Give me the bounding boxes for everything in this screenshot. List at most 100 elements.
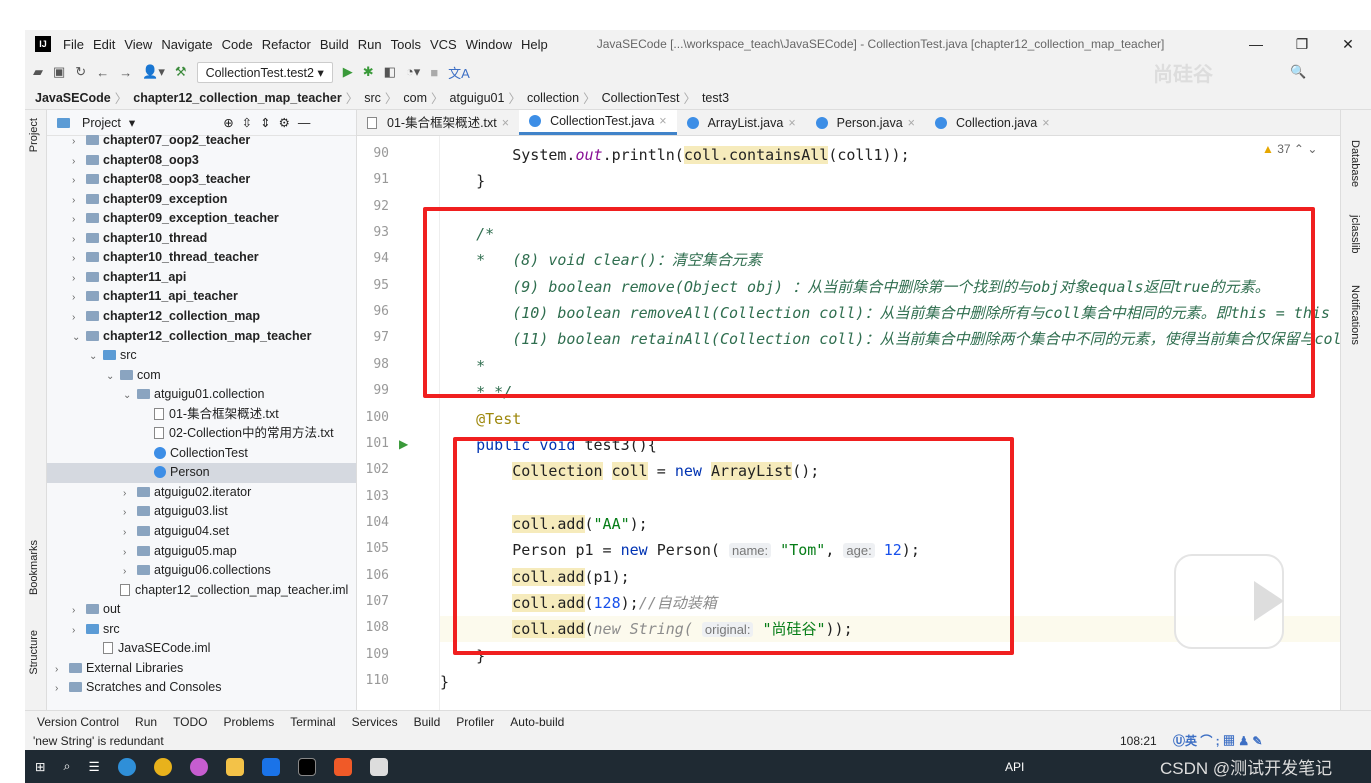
notifications-tool-button[interactable]: Notifications: [1349, 285, 1361, 345]
tool-terminal[interactable]: Terminal: [290, 715, 335, 729]
hide-icon[interactable]: —: [298, 116, 311, 130]
tool-profiler[interactable]: Profiler: [456, 715, 494, 729]
run-icon[interactable]: ▶: [343, 64, 353, 80]
tab-collectiontest-java[interactable]: CollectionTest.java ×: [519, 110, 677, 135]
tray-api[interactable]: API: [1005, 760, 1024, 774]
tool-auto-build[interactable]: Auto-build: [510, 715, 564, 729]
chevron-right-icon[interactable]: ›: [123, 484, 137, 504]
breadcrumb-item[interactable]: com: [403, 91, 427, 105]
search-icon[interactable]: ⌕: [63, 759, 70, 774]
breadcrumb-item[interactable]: src: [364, 91, 381, 105]
search-icon[interactable]: 🔍: [1290, 64, 1306, 80]
database-tool-button[interactable]: Database: [1349, 140, 1361, 187]
edge-icon[interactable]: [117, 757, 136, 776]
chevron-right-icon[interactable]: ›: [72, 210, 86, 230]
notes-icon[interactable]: [369, 757, 388, 776]
chevron-right-icon[interactable]: ›: [55, 679, 69, 699]
menu-refactor[interactable]: Refactor: [262, 37, 311, 52]
menu-vcs[interactable]: VCS: [430, 37, 457, 52]
breadcrumb-item[interactable]: test3: [702, 91, 729, 105]
intellij-icon[interactable]: [297, 757, 316, 776]
run-config-select[interactable]: CollectionTest.test2 ▾: [196, 61, 333, 83]
menu-navigate[interactable]: Navigate: [161, 37, 212, 52]
xmind-icon[interactable]: [333, 757, 352, 776]
jclasslib-tool-button[interactable]: jclasslib: [1349, 215, 1361, 254]
chevron-right-icon[interactable]: ›: [123, 543, 137, 563]
file-explorer-icon[interactable]: [225, 757, 244, 776]
chevron-down-icon[interactable]: ⌄: [89, 347, 103, 367]
structure-tool-button[interactable]: Structure: [28, 630, 40, 675]
chevron-right-icon[interactable]: ›: [72, 191, 86, 211]
breadcrumb-item[interactable]: CollectionTest: [602, 91, 680, 105]
tree-item[interactable]: › Scratches and Consoles: [47, 678, 356, 698]
chevron-right-icon[interactable]: ›: [72, 288, 86, 308]
tool-services[interactable]: Services: [352, 715, 398, 729]
chevron-down-icon[interactable]: ▾: [129, 115, 135, 130]
bookmarks-tool-button[interactable]: Bookmarks: [28, 540, 40, 595]
chevron-down-icon[interactable]: ⌄: [106, 367, 120, 387]
close-icon[interactable]: ×: [502, 110, 509, 136]
tree-item[interactable]: › atguigu04.set: [47, 522, 356, 542]
user-icon[interactable]: 👤▾: [142, 64, 165, 80]
stop-icon[interactable]: ■: [430, 65, 438, 80]
close-icon[interactable]: ×: [659, 108, 666, 134]
tree-item[interactable]: › chapter12_collection_map: [47, 307, 356, 327]
chevron-right-icon[interactable]: ›: [72, 249, 86, 269]
tree-item[interactable]: › chapter11_api: [47, 268, 356, 288]
breadcrumb-item[interactable]: JavaSECode: [35, 91, 111, 105]
open-icon[interactable]: ▰: [33, 64, 43, 80]
tab-01-txt[interactable]: 01-集合框架概述.txt ×: [357, 110, 519, 135]
video-play-icon[interactable]: [1174, 554, 1284, 649]
build-hammer-icon[interactable]: ⚒: [175, 64, 187, 80]
tool-todo[interactable]: TODO: [173, 715, 207, 729]
tree-item[interactable]: › atguigu02.iterator: [47, 483, 356, 503]
project-view-select[interactable]: Project: [82, 116, 121, 130]
tree-item[interactable]: › chapter07_oop2_teacher: [47, 131, 356, 151]
breadcrumb-item[interactable]: collection: [527, 91, 579, 105]
tree-item[interactable]: › External Libraries: [47, 659, 356, 679]
menu-edit[interactable]: Edit: [93, 37, 115, 52]
coverage-icon[interactable]: ◧: [384, 64, 396, 80]
sync-icon[interactable]: ↻: [75, 64, 86, 80]
tree-item[interactable]: Person: [47, 463, 356, 483]
breadcrumb-item[interactable]: atguigu01: [450, 91, 505, 105]
back-icon[interactable]: ←: [96, 65, 109, 80]
menu-run[interactable]: Run: [358, 37, 382, 52]
profile-icon[interactable]: ◔▾: [406, 64, 420, 80]
tree-item[interactable]: 01-集合框架概述.txt: [47, 405, 356, 425]
tree-item[interactable]: › chapter08_oop3_teacher: [47, 170, 356, 190]
tree-item[interactable]: ⌄ atguigu01.collection: [47, 385, 356, 405]
tree-item[interactable]: › chapter11_api_teacher: [47, 287, 356, 307]
chevron-right-icon[interactable]: ›: [55, 660, 69, 680]
chevron-right-icon[interactable]: ›: [72, 152, 86, 172]
menu-window[interactable]: Window: [466, 37, 512, 52]
task-view-icon[interactable]: ☰: [89, 759, 100, 774]
close-icon[interactable]: ×: [788, 110, 795, 136]
minimize-button[interactable]: —: [1233, 30, 1279, 58]
menu-help[interactable]: Help: [521, 37, 548, 52]
tree-item[interactable]: ⌄ com: [47, 366, 356, 386]
tree-item[interactable]: chapter12_collection_map_teacher.iml: [47, 581, 356, 601]
tree-item[interactable]: ⌄ src: [47, 346, 356, 366]
chevron-right-icon[interactable]: ›: [72, 601, 86, 621]
tree-item[interactable]: › chapter08_oop3: [47, 151, 356, 171]
code-editor[interactable]: 90 91 92 93 94 95 96 97 98 99 100 101 ▶ 102 103 104 105 1…: [357, 136, 1340, 710]
debug-icon[interactable]: ✱: [363, 64, 374, 80]
locate-icon[interactable]: ⊕: [223, 115, 233, 130]
translate-icon[interactable]: 文A: [448, 63, 470, 82]
close-icon[interactable]: ×: [1042, 110, 1049, 136]
tool-run[interactable]: Run: [135, 715, 157, 729]
forward-icon[interactable]: →: [119, 65, 132, 80]
tree-item[interactable]: › out: [47, 600, 356, 620]
browser-icon[interactable]: [189, 757, 208, 776]
gear-icon[interactable]: ⚙: [279, 115, 290, 130]
collapse-all-icon[interactable]: ⇕: [260, 115, 270, 130]
project-tool-button[interactable]: Project: [28, 118, 40, 152]
chevron-down-icon[interactable]: ⌄: [123, 386, 137, 406]
chevron-down-icon[interactable]: ⌄: [72, 328, 86, 348]
menu-file[interactable]: File: [63, 37, 84, 52]
chevron-right-icon[interactable]: ›: [123, 523, 137, 543]
close-icon[interactable]: ×: [908, 110, 915, 136]
warnings-indicator[interactable]: ▲ 37 ⌃ ⌄: [1262, 142, 1317, 156]
tree-item[interactable]: › chapter09_exception: [47, 190, 356, 210]
